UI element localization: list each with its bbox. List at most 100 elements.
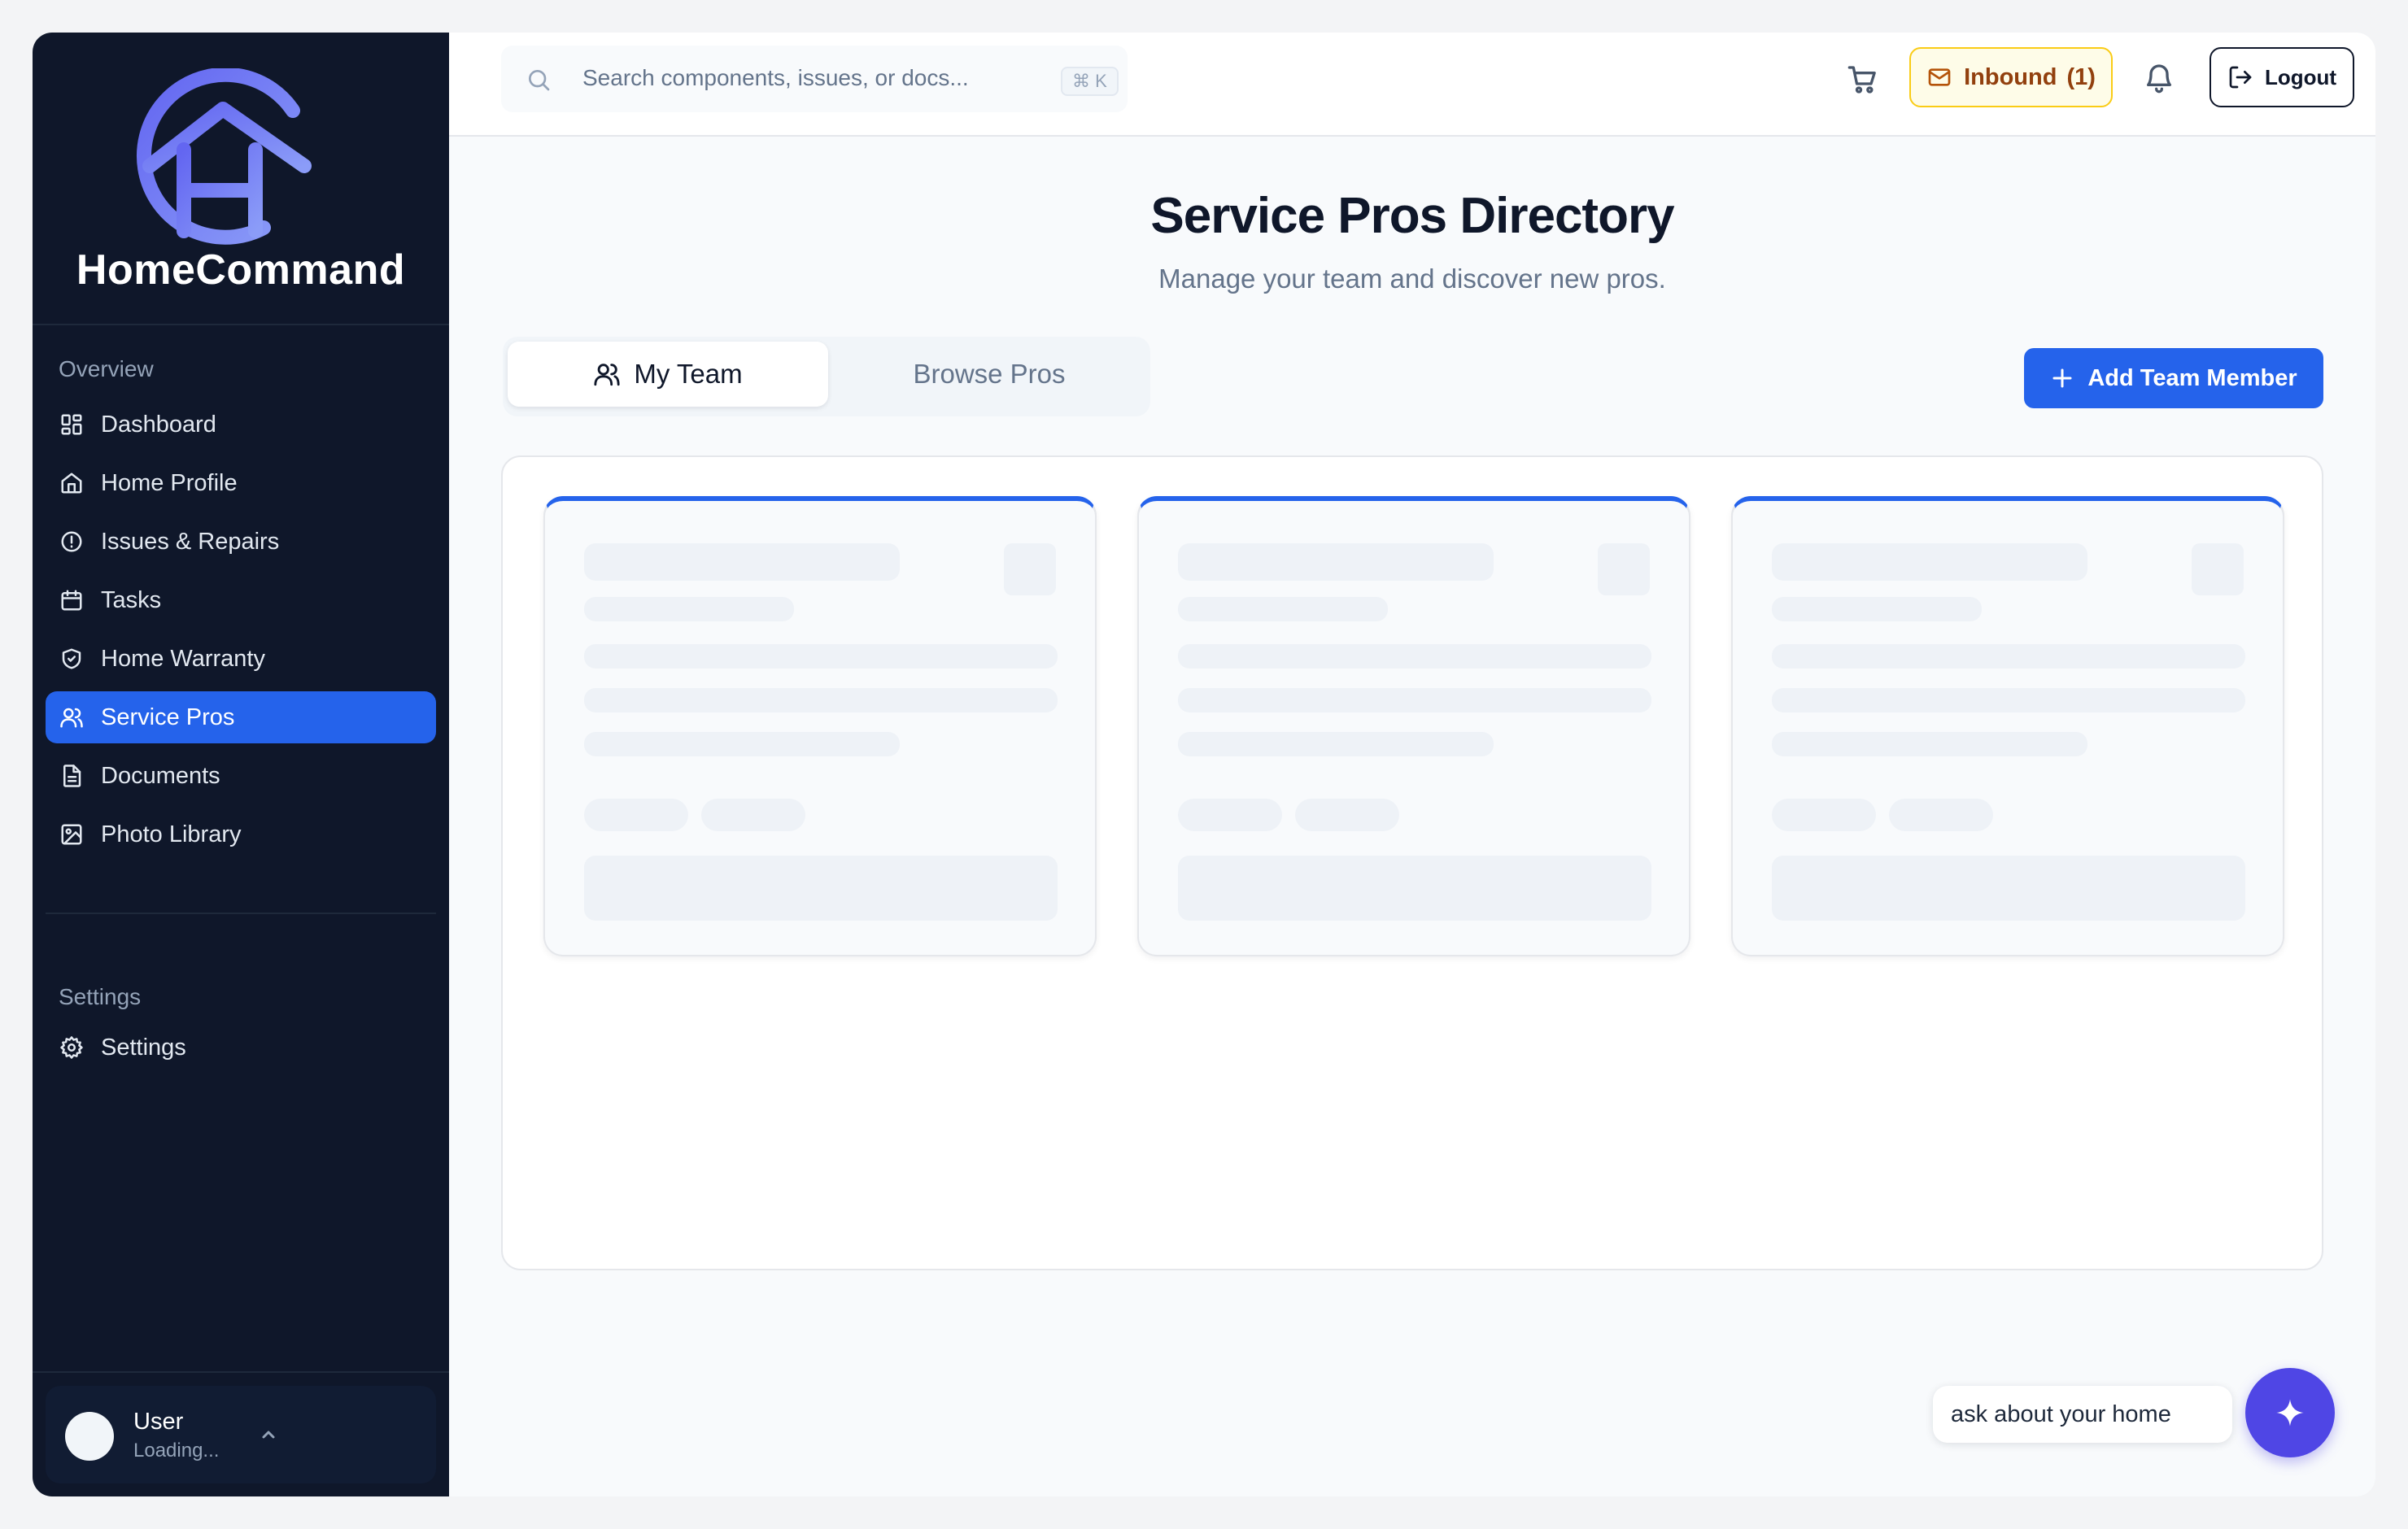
page-subtitle: Manage your team and discover new pros. <box>1158 264 1666 294</box>
homecommand-logo-icon <box>136 68 312 245</box>
loading-card <box>543 496 1097 956</box>
shield-check-icon <box>59 646 85 672</box>
keyboard-shortcut-badge: ⌘ K <box>1061 67 1119 96</box>
skeleton-line <box>1178 688 1651 712</box>
skeleton-line <box>1772 732 2087 756</box>
users-icon <box>594 364 620 386</box>
skeleton-button <box>584 856 1058 921</box>
skeleton-button <box>1178 856 1651 921</box>
skeleton-line <box>1772 644 2245 669</box>
skeleton-line <box>1178 644 1651 669</box>
sidebar-item-label: Issues & Repairs <box>101 528 280 555</box>
add-team-member-label: Add Team Member <box>2087 364 2297 391</box>
skeleton-line <box>1178 732 1494 756</box>
sidebar-item-issues-repairs[interactable]: Issues & Repairs <box>46 516 436 568</box>
bell-icon[interactable] <box>2143 62 2175 94</box>
tab-browse-pros[interactable]: Browse Pros <box>833 342 1145 407</box>
skeleton-avatar <box>2192 543 2244 595</box>
home-icon <box>59 470 85 496</box>
cart-icon[interactable] <box>1847 63 1879 96</box>
sidebar-item-home-profile[interactable]: Home Profile <box>46 457 436 509</box>
sidebar-item-tasks[interactable]: Tasks <box>46 574 436 626</box>
sidebar-item-dashboard[interactable]: Dashboard <box>46 399 436 451</box>
sidebar-item-label: Documents <box>101 762 220 789</box>
loading-card <box>1137 496 1690 956</box>
sparkle-icon <box>2276 1399 2304 1427</box>
page-title: Service Pros Directory <box>1150 188 1674 244</box>
skeleton-tag <box>701 799 805 831</box>
tab-label: Browse Pros <box>913 359 1066 389</box>
skeleton-line <box>584 644 1058 669</box>
skeleton-line <box>584 597 794 621</box>
add-team-member-button[interactable]: Add Team Member <box>2024 348 2323 408</box>
skeleton-line <box>584 688 1058 712</box>
tab-label: My Team <box>634 359 743 389</box>
sidebar-item-label: Home Profile <box>101 469 238 496</box>
sidebar-item-label: Settings <box>101 1034 186 1061</box>
skeleton-button <box>1772 856 2245 921</box>
user-menu[interactable]: User Loading... <box>46 1386 436 1483</box>
sidebar-item-label: Service Pros <box>101 704 235 730</box>
skeleton-line <box>1772 597 1982 621</box>
sidebar-item-settings[interactable]: Settings <box>46 1022 436 1074</box>
overview-section-label: Overview <box>59 356 154 381</box>
brand-name: HomeCommand <box>76 246 406 294</box>
sidebar-item-label: Home Warranty <box>101 645 265 672</box>
inbound-label: Inbound <box>1964 63 2057 90</box>
skeleton-avatar <box>1004 543 1056 595</box>
sidebar-item-home-warranty[interactable]: Home Warranty <box>46 633 436 685</box>
skeleton-tag <box>1178 799 1282 831</box>
topbar: Search components, issues, or docs... ⌘ … <box>449 33 2375 137</box>
search-placeholder: Search components, issues, or docs... <box>582 65 969 90</box>
skeleton-tag <box>584 799 688 831</box>
brand: HomeCommand <box>33 33 449 325</box>
skeleton-tag <box>1772 799 1876 831</box>
tab-my-team[interactable]: My Team <box>508 342 828 407</box>
mail-icon <box>1928 68 1951 86</box>
users-icon <box>59 704 85 730</box>
search-input[interactable]: Search components, issues, or docs... ⌘ … <box>501 46 1128 112</box>
sidebar-item-documents[interactable]: Documents <box>46 750 436 802</box>
logout-label: Logout <box>2264 64 2337 89</box>
skeleton-title <box>1772 543 2087 581</box>
user-name: User <box>133 1409 184 1435</box>
skeleton-line <box>1178 597 1388 621</box>
sidebar-item-photo-library[interactable]: Photo Library <box>46 808 436 860</box>
directory-tabs: My Team Browse Pros <box>503 337 1150 416</box>
logout-icon <box>2229 66 2252 89</box>
search-icon <box>529 70 550 91</box>
skeleton-title <box>584 543 900 581</box>
skeleton-line <box>584 732 900 756</box>
team-list-panel <box>501 455 2323 1270</box>
assistant-prompt[interactable]: ask about your home <box>1933 1386 2232 1443</box>
sidebar-item-label: Dashboard <box>101 411 216 438</box>
loading-card <box>1731 496 2284 956</box>
skeleton-line <box>1772 688 2245 712</box>
sidebar-item-label: Photo Library <box>101 821 242 847</box>
dashboard-icon <box>59 412 85 438</box>
alert-circle-icon <box>59 529 85 555</box>
avatar <box>65 1412 114 1461</box>
calendar-icon <box>59 587 85 613</box>
sidebar-item-label: Tasks <box>101 586 162 613</box>
user-status: Loading... <box>133 1440 220 1461</box>
gear-icon <box>59 1035 85 1061</box>
skeleton-title <box>1178 543 1494 581</box>
inbound-button[interactable]: Inbound (1) <box>1909 47 2113 107</box>
skeleton-tag <box>1889 799 1993 831</box>
sidebar-divider <box>46 913 436 914</box>
plus-icon <box>2052 368 2072 388</box>
assistant-button[interactable] <box>2245 1368 2335 1457</box>
chevron-up-icon <box>262 1431 275 1439</box>
app-window: HomeCommand Overview Dashboard Home Prof… <box>33 33 2375 1496</box>
logout-button[interactable]: Logout <box>2210 47 2354 107</box>
sidebar: HomeCommand Overview Dashboard Home Prof… <box>33 33 449 1496</box>
settings-section-label: Settings <box>59 984 142 1009</box>
inbound-count: (1) <box>2066 63 2096 90</box>
sidebar-item-service-pros[interactable]: Service Pros <box>46 691 436 743</box>
sidebar-footer-divider <box>33 1371 449 1373</box>
skeleton-tag <box>1295 799 1399 831</box>
document-icon <box>59 763 85 789</box>
image-icon <box>59 821 85 847</box>
skeleton-avatar <box>1598 543 1650 595</box>
